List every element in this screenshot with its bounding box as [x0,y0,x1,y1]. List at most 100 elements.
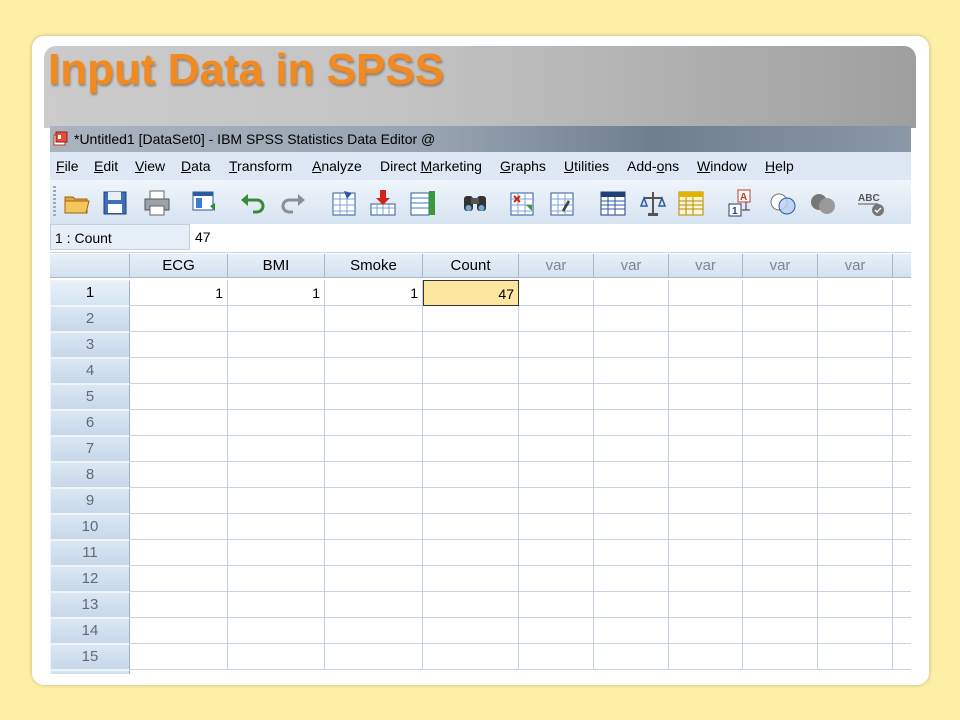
data-cell[interactable] [669,592,743,618]
selected-cell[interactable]: 47 [423,280,519,306]
row-header[interactable]: 2 [50,306,130,332]
data-cell[interactable] [893,462,911,488]
data-cell[interactable] [669,306,743,332]
insert-cases-icon[interactable] [508,188,538,218]
data-cell[interactable] [130,514,228,540]
data-cell[interactable] [743,644,818,670]
data-cell[interactable] [228,306,325,332]
data-cell[interactable] [818,514,893,540]
data-cell[interactable] [423,436,519,462]
data-cell[interactable] [228,462,325,488]
data-cell[interactable] [669,566,743,592]
data-cell[interactable] [893,566,911,592]
data-cell[interactable] [228,566,325,592]
menu-data[interactable]: Data [181,158,211,174]
data-cell[interactable] [130,436,228,462]
row-header[interactable]: 4 [50,358,130,384]
data-cell[interactable]: 1 [325,280,423,306]
data-cell[interactable] [423,566,519,592]
use-sets-icon[interactable] [768,188,798,218]
data-cell[interactable] [893,280,911,306]
data-cell[interactable] [669,618,743,644]
data-cell[interactable] [423,592,519,618]
spell-check-icon[interactable]: ABC [856,188,886,218]
data-cell[interactable] [519,592,594,618]
data-cell[interactable] [423,358,519,384]
data-cell[interactable] [743,462,818,488]
data-cell[interactable] [669,436,743,462]
data-cell[interactable] [228,358,325,384]
data-cell[interactable] [818,306,893,332]
menu-edit[interactable]: Edit [94,158,118,174]
data-cell[interactable] [325,410,423,436]
data-cell[interactable] [893,306,911,332]
data-cell[interactable] [743,280,818,306]
data-cell[interactable] [669,280,743,306]
data-cell[interactable] [228,618,325,644]
data-cell[interactable] [594,306,669,332]
column-header-partial[interactable] [893,254,911,278]
cell-value-input[interactable]: 47 [195,224,211,250]
data-cell[interactable] [893,644,911,670]
value-labels-icon[interactable]: A1 [726,188,756,218]
goto-case-icon[interactable] [330,188,360,218]
data-cell[interactable] [743,514,818,540]
row-header[interactable]: 9 [50,488,130,514]
column-header[interactable]: BMI [228,254,325,278]
data-cell[interactable]: 1 [228,280,325,306]
data-cell[interactable] [669,410,743,436]
data-cell[interactable] [818,280,893,306]
data-cell[interactable] [325,332,423,358]
row-header[interactable]: 12 [50,566,130,592]
data-cell[interactable] [594,384,669,410]
row-header[interactable]: 1 [50,280,130,306]
data-cell[interactable] [743,488,818,514]
data-cell[interactable] [594,540,669,566]
data-cell[interactable] [818,462,893,488]
data-cell[interactable] [669,384,743,410]
data-cell[interactable] [893,488,911,514]
data-cell[interactable] [743,540,818,566]
row-header-partial[interactable] [50,670,130,674]
data-cell[interactable] [594,566,669,592]
data-cell[interactable] [228,410,325,436]
row-header[interactable]: 6 [50,410,130,436]
data-cell[interactable] [893,358,911,384]
data-cell[interactable] [743,384,818,410]
data-cell[interactable] [519,540,594,566]
data-cell[interactable] [228,488,325,514]
data-cell[interactable] [130,306,228,332]
column-header[interactable]: var [594,254,669,278]
data-cell[interactable] [130,618,228,644]
variables-icon[interactable] [408,188,438,218]
data-cell[interactable] [325,358,423,384]
data-cell[interactable] [130,358,228,384]
menu-view[interactable]: View [135,158,165,174]
menu-graphs[interactable]: Graphs [500,158,546,174]
row-header[interactable]: 11 [50,540,130,566]
row-header[interactable]: 14 [50,618,130,644]
data-cell[interactable] [594,618,669,644]
data-cell[interactable] [519,280,594,306]
data-cell[interactable] [893,540,911,566]
data-cell[interactable] [893,592,911,618]
split-file-icon[interactable] [598,188,628,218]
row-header[interactable]: 5 [50,384,130,410]
data-cell[interactable] [423,332,519,358]
row-header[interactable]: 7 [50,436,130,462]
data-cell[interactable] [325,306,423,332]
data-cell[interactable] [423,488,519,514]
data-cell[interactable] [228,592,325,618]
data-cell[interactable] [594,644,669,670]
data-cell[interactable] [228,332,325,358]
data-cell[interactable] [818,540,893,566]
data-cell[interactable] [423,462,519,488]
data-cell[interactable] [325,592,423,618]
data-cell[interactable] [669,332,743,358]
data-cell[interactable] [130,592,228,618]
data-cell[interactable] [423,618,519,644]
data-cell[interactable] [325,540,423,566]
data-cell[interactable] [325,462,423,488]
data-cell[interactable] [519,644,594,670]
row-header[interactable]: 13 [50,592,130,618]
